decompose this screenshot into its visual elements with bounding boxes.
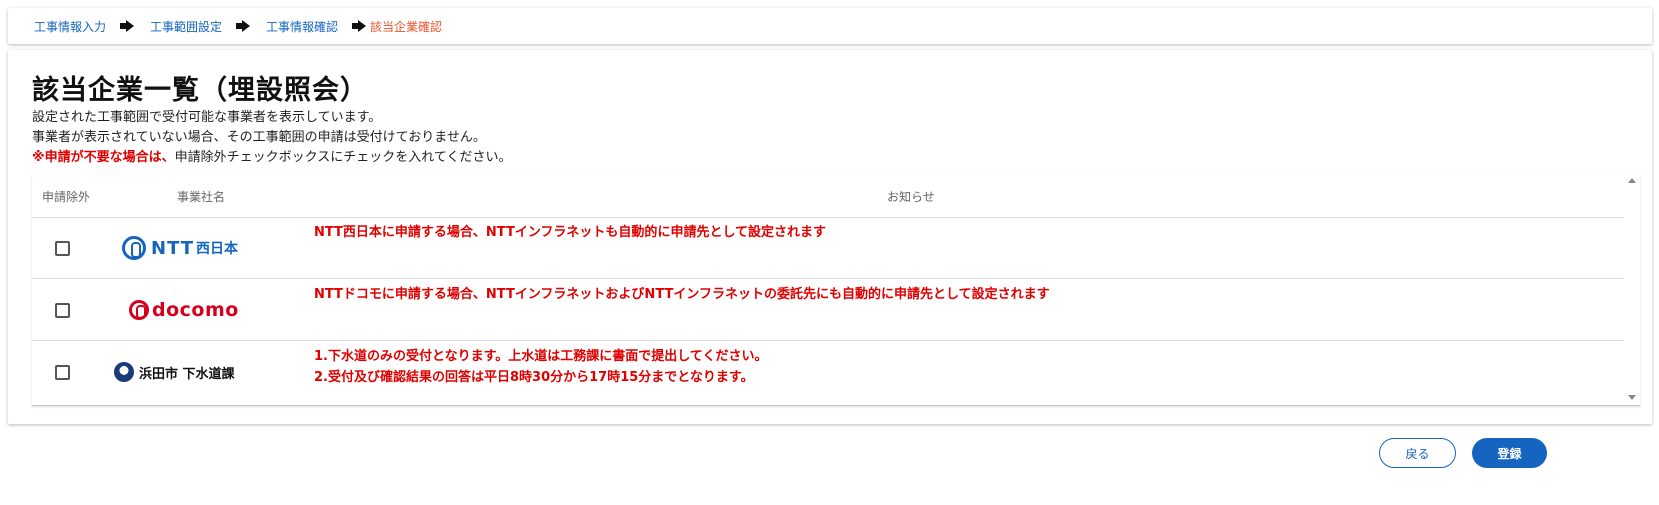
breadcrumb-step-construction-confirm[interactable]: 工事情報確認 (266, 18, 338, 35)
hamada-city-name: 浜田市 下水道課 (139, 366, 235, 382)
ntt-logo-subtext: 西日本 (196, 241, 239, 257)
table-row: 浜田市 下水道課 1.下水道のみの受付となります。上水道は工務課に書面で提出して… (32, 342, 1624, 404)
notice-line: NTTドコモに申請する場合、NTTインフラネットおよびNTTインフラネットの委託… (314, 287, 1050, 302)
exclude-checkbox-ntt-west[interactable] (55, 241, 70, 256)
exclude-checkbox-hamada-sewerage[interactable] (55, 365, 70, 380)
docomo-logo: docomo (129, 299, 239, 321)
ntt-west-logo: NTT 西日本 (122, 236, 238, 260)
breadcrumb-step-current: 該当企業確認 (370, 19, 443, 34)
page-description: 設定された工事範囲で受付可能な事業者を表示しています。 事業者が表示されていない… (32, 108, 511, 168)
ntt-logo-icon (122, 236, 146, 260)
description-line-3: ※申請が不要な場合は、申請除外チェックボックスにチェックを入れてください。 (32, 148, 511, 168)
breadcrumb-step-construction-info[interactable]: 工事情報入力 (34, 18, 106, 35)
notice-ntt-west: NTT西日本に申請する場合、NTTインフラネットも自動的に申請先として設定されま… (314, 222, 826, 243)
company-table-body: 申請除外 事業社名 お知らせ NTT 西日本 NTT西日本に申請する場合、NTT… (32, 174, 1624, 406)
register-button[interactable]: 登録 (1472, 438, 1547, 468)
notice-line: 1.下水道のみの受付となります。上水道は工務課に書面で提出してください。 (314, 349, 768, 364)
header-company: 事業社名 (177, 190, 226, 204)
hamada-city-logo: 浜田市 下水道課 (114, 362, 235, 382)
docomo-logo-text: docomo (152, 299, 239, 321)
exclude-checkbox-docomo[interactable] (55, 303, 70, 318)
notice-line: NTT西日本に申請する場合、NTTインフラネットも自動的に申請先として設定されま… (314, 225, 827, 240)
ntt-logo-text: NTT (151, 237, 195, 259)
table-row: docomo NTTドコモに申請する場合、NTTインフラネットおよびNTTインフ… (32, 280, 1624, 341)
notice-hamada-sewerage: 1.下水道のみの受付となります。上水道は工務課に書面で提出してください。 2.受… (314, 346, 768, 388)
breadcrumb-step-construction-range[interactable]: 工事範囲設定 (150, 18, 222, 35)
page-title: 該当企業一覧（埋設照会） (32, 75, 368, 106)
docomo-logo-icon (129, 300, 149, 320)
city-emblem-icon (114, 362, 134, 382)
notice-line: 2.受付及び確認結果の回答は平日8時30分から17時15分までとなります。 (314, 370, 754, 385)
scroll-down-icon[interactable] (1628, 395, 1636, 400)
breadcrumb-current-wrap: 該当企業確認 (338, 18, 442, 35)
description-warning: ※申請が不要な場合は、 (32, 150, 175, 165)
arrow-right-icon (352, 20, 367, 32)
table-row: NTT 西日本 NTT西日本に申請する場合、NTTインフラネットも自動的に申請先… (32, 218, 1624, 279)
arrow-right-icon (236, 20, 251, 32)
header-exclude: 申請除外 (42, 190, 91, 204)
description-warning-rest: 申請除外チェックボックスにチェックを入れてください。 (174, 150, 512, 165)
scroll-up-icon[interactable] (1628, 178, 1636, 183)
table-scrollbar[interactable] (1624, 174, 1640, 406)
description-line-2: 事業者が表示されていない場合、その工事範囲の申請は受付けておりません。 (32, 130, 486, 145)
breadcrumb: 工事情報入力 工事範囲設定 工事情報確認 該当企業確認 (8, 8, 1652, 44)
notice-docomo: NTTドコモに申請する場合、NTTインフラネットおよびNTTインフラネットの委託… (314, 284, 1050, 305)
company-table: 申請除外 事業社名 お知らせ NTT 西日本 NTT西日本に申請する場合、NTT… (32, 174, 1640, 406)
table-header: 申請除外 事業社名 お知らせ (32, 174, 1624, 218)
back-button[interactable]: 戻る (1379, 438, 1456, 468)
company-list-card: 該当企業一覧（埋設照会） 設定された工事範囲で受付可能な事業者を表示しています。… (8, 50, 1652, 424)
arrow-right-icon (120, 20, 135, 32)
description-line-1: 設定された工事範囲で受付可能な事業者を表示しています。 (32, 110, 382, 125)
header-notice: お知らせ (887, 190, 935, 204)
